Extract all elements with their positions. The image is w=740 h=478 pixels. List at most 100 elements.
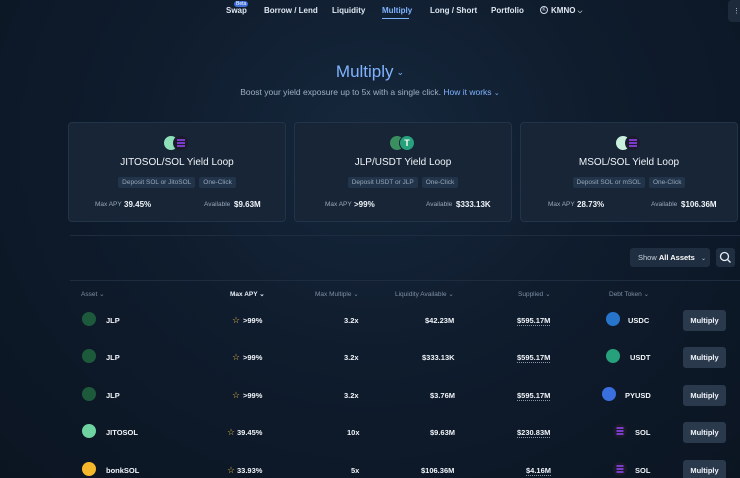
multiply-button[interactable]: Multiply [683, 310, 726, 331]
sol-icon [173, 135, 189, 151]
header-max-apy[interactable]: Max APY ⌄ [230, 290, 265, 298]
sol-icon [613, 424, 627, 438]
asset-name: JLP [106, 391, 120, 400]
card-title: JITOSOL/SOL Yield Loop [120, 157, 234, 168]
nav-borrow-lend[interactable]: Borrow / Lend [264, 6, 318, 15]
star-icon[interactable]: ☆ [232, 390, 240, 401]
table-row[interactable]: JLP ☆ >99% 3.2x $333.13K $595.17M USDT M… [70, 339, 740, 377]
max-apy-value: 39.45% [124, 200, 152, 209]
nav-multiply[interactable]: Multiply [382, 6, 412, 15]
kmno-icon: K [540, 6, 548, 14]
multiple-value: 3.2x [344, 316, 359, 325]
debt-token: SOL [635, 428, 651, 437]
debt-token: USDC [628, 316, 650, 325]
multiple-value: 3.2x [344, 353, 359, 362]
page-title[interactable]: Multiply ⌄ [0, 62, 740, 82]
apy-value: >99% [243, 391, 263, 400]
asset-name: bonkSOL [106, 466, 140, 475]
sol-icon [613, 462, 627, 476]
pyusd-icon [602, 387, 616, 401]
jlp-icon [82, 387, 96, 401]
header-max-multiple[interactable]: Max Multiple ⌄ [315, 290, 359, 298]
one-click-tag: One-Click [421, 177, 459, 188]
liquidity-value: $9.63M [430, 428, 456, 437]
divider [70, 235, 740, 236]
multiply-button[interactable]: Multiply [683, 385, 726, 406]
supplied-value: $595.17M [517, 353, 551, 362]
header-asset[interactable]: Asset ⌄ [81, 290, 105, 298]
apy-value: 39.45% [237, 428, 263, 437]
nav-liquidity[interactable]: Liquidity [332, 6, 365, 15]
strategy-card-jitosol[interactable]: JITOSOL/SOL Yield Loop Deposit SOL or Ji… [68, 122, 286, 222]
chevron-down-icon: ⌵ [577, 9, 583, 15]
one-click-tag: One-Click [199, 177, 236, 188]
multiply-button[interactable]: Multiply [683, 347, 726, 368]
max-apy-label: Max APY [548, 201, 575, 208]
star-icon[interactable]: ☆ [227, 465, 235, 476]
deposit-tag: Deposit SOL or mSOL [572, 177, 645, 188]
supplied-value: $595.17M [517, 391, 551, 400]
jlp-icon [82, 349, 96, 363]
deposit-tag: Deposit USDT or JLP [347, 177, 418, 188]
search-button[interactable] [716, 248, 735, 267]
asset-filter-dropdown[interactable]: Show All Assets ⌄ [630, 248, 710, 267]
max-apy-value: 28.73% [577, 200, 605, 209]
nav-portfolio[interactable]: Portfolio [491, 6, 524, 15]
table-row[interactable]: JLP ☆ >99% 3.2x $3.76M $595.17M PYUSD Mu… [70, 377, 740, 415]
max-apy-label: Max APY [325, 201, 352, 208]
available-label: Available [651, 201, 678, 208]
sol-icon [625, 135, 641, 151]
liquidity-value: $3.76M [430, 391, 456, 400]
star-icon[interactable]: ☆ [232, 315, 240, 326]
header-debt-token[interactable]: Debt Token ⌄ [609, 290, 649, 298]
wallet-edge-button[interactable]: ⋮ [728, 0, 740, 22]
usdt-icon [606, 349, 620, 363]
asset-name: JLP [106, 353, 120, 362]
star-icon[interactable]: ☆ [227, 427, 235, 438]
nav-kmno[interactable]: KMNO ⌵ [551, 6, 582, 16]
liquidity-value: $42.23M [425, 316, 455, 325]
header-supplied[interactable]: Supplied ⌄ [518, 290, 551, 298]
active-tab-indicator [382, 18, 409, 19]
apy-value: >99% [243, 353, 263, 362]
multiple-value: 3.2x [344, 391, 359, 400]
available-label: Available [426, 201, 453, 208]
multiply-button[interactable]: Multiply [683, 460, 726, 478]
multiple-value: 10x [347, 428, 360, 437]
supplied-value: $230.83M [517, 428, 551, 437]
usdc-icon [606, 312, 620, 326]
supplied-value: $595.17M [517, 316, 551, 325]
table-row[interactable]: JLP ☆ >99% 3.2x $42.23M $595.17M USDC Mu… [70, 302, 740, 340]
deposit-tag: Deposit SOL or JitoSOL [118, 177, 196, 188]
debt-token: PYUSD [625, 391, 651, 400]
multiple-value: 5x [351, 466, 360, 475]
jitosol-icon [82, 424, 96, 438]
token-pair-icon: T [389, 135, 417, 151]
multiply-button[interactable]: Multiply [683, 422, 726, 443]
how-it-works-link[interactable]: How it works ⌄ [443, 87, 499, 97]
nav-swap[interactable]: Swap [226, 6, 247, 15]
top-navigation: Swap Beta Borrow / Lend Liquidity Multip… [0, 0, 740, 22]
beta-badge: Beta [234, 1, 249, 7]
chevron-down-icon: ⌄ [700, 256, 706, 262]
chevron-down-icon: ⌄ [396, 67, 405, 78]
table-row[interactable]: bonkSOL ☆ 33.93% 5x $106.36M $4.16M SOL … [70, 452, 740, 478]
star-icon[interactable]: ☆ [232, 352, 240, 363]
table-row[interactable]: JITOSOL ☆ 39.45% 10x $9.63M $230.83M SOL… [70, 414, 740, 452]
header-liquidity[interactable]: Liquidity Available ⌄ [395, 290, 454, 298]
debt-token: USDT [630, 353, 651, 362]
one-click-tag: One-Click [648, 177, 686, 188]
card-title: MSOL/SOL Yield Loop [578, 157, 680, 168]
chevron-down-icon: ⌄ [493, 90, 500, 97]
asset-name: JITOSOL [106, 428, 138, 437]
nav-long-short[interactable]: Long / Short [430, 6, 477, 15]
search-icon [719, 251, 731, 263]
available-value: $106.36M [681, 200, 717, 209]
card-title: JLP/USDT Yield Loop [354, 157, 452, 168]
token-pair-icon [163, 135, 191, 151]
strategy-card-jlp-usdt[interactable]: T JLP/USDT Yield Loop Deposit USDT or JL… [294, 122, 512, 222]
available-label: Available [204, 201, 231, 208]
page-subtitle: Boost your yield exposure up to 5x with … [240, 87, 500, 97]
liquidity-value: $106.36M [421, 466, 455, 475]
strategy-card-msol[interactable]: MSOL/SOL Yield Loop Deposit SOL or mSOL … [520, 122, 738, 222]
